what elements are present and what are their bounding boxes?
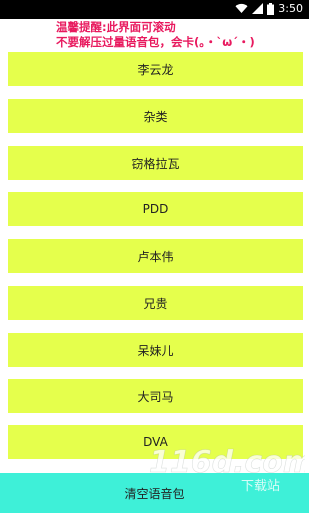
signal-icon <box>252 3 264 14</box>
clear-voice-pack-button[interactable]: 清空语音包 <box>0 473 309 513</box>
item-label: 李云龙 <box>137 62 174 77</box>
clear-button-label: 清空语音包 <box>124 486 185 501</box>
list-item-6[interactable]: 呆妹儿 <box>8 333 303 367</box>
list-item-4[interactable]: 卢本伟 <box>8 239 303 273</box>
battery-icon <box>267 2 275 15</box>
item-label: 大司马 <box>137 389 174 404</box>
warning-tip: 温馨提醒:此界面可滚动 不要解压过量语音包，会卡(。・`ω´・) <box>56 20 306 50</box>
status-bar: 3:50 <box>0 0 309 19</box>
status-icons: 3:50 <box>235 2 303 15</box>
list-item-0[interactable]: 李云龙 <box>8 52 303 86</box>
list-item-2[interactable]: 窃格拉瓦 <box>8 146 303 180</box>
item-label: 呆妹儿 <box>137 343 174 358</box>
tip-line-1: 温馨提醒:此界面可滚动 <box>56 20 176 34</box>
item-label: 杂类 <box>143 109 168 124</box>
list-item-3[interactable]: PDD <box>8 192 303 226</box>
item-label: 兄贵 <box>143 296 168 311</box>
status-time: 3:50 <box>278 2 303 15</box>
list-item-7[interactable]: 大司马 <box>8 379 303 413</box>
item-label: PDD <box>142 202 169 216</box>
list-item-1[interactable]: 杂类 <box>8 99 303 133</box>
tip-line-2: 不要解压过量语音包，会卡(。・`ω´・) <box>56 35 255 49</box>
list-item-8[interactable]: DVA <box>8 425 303 459</box>
item-label: DVA <box>143 435 168 449</box>
item-label: 窃格拉瓦 <box>131 156 180 171</box>
list-item-5[interactable]: 兄贵 <box>8 286 303 320</box>
wifi-icon <box>235 3 248 14</box>
item-label: 卢本伟 <box>137 249 174 264</box>
